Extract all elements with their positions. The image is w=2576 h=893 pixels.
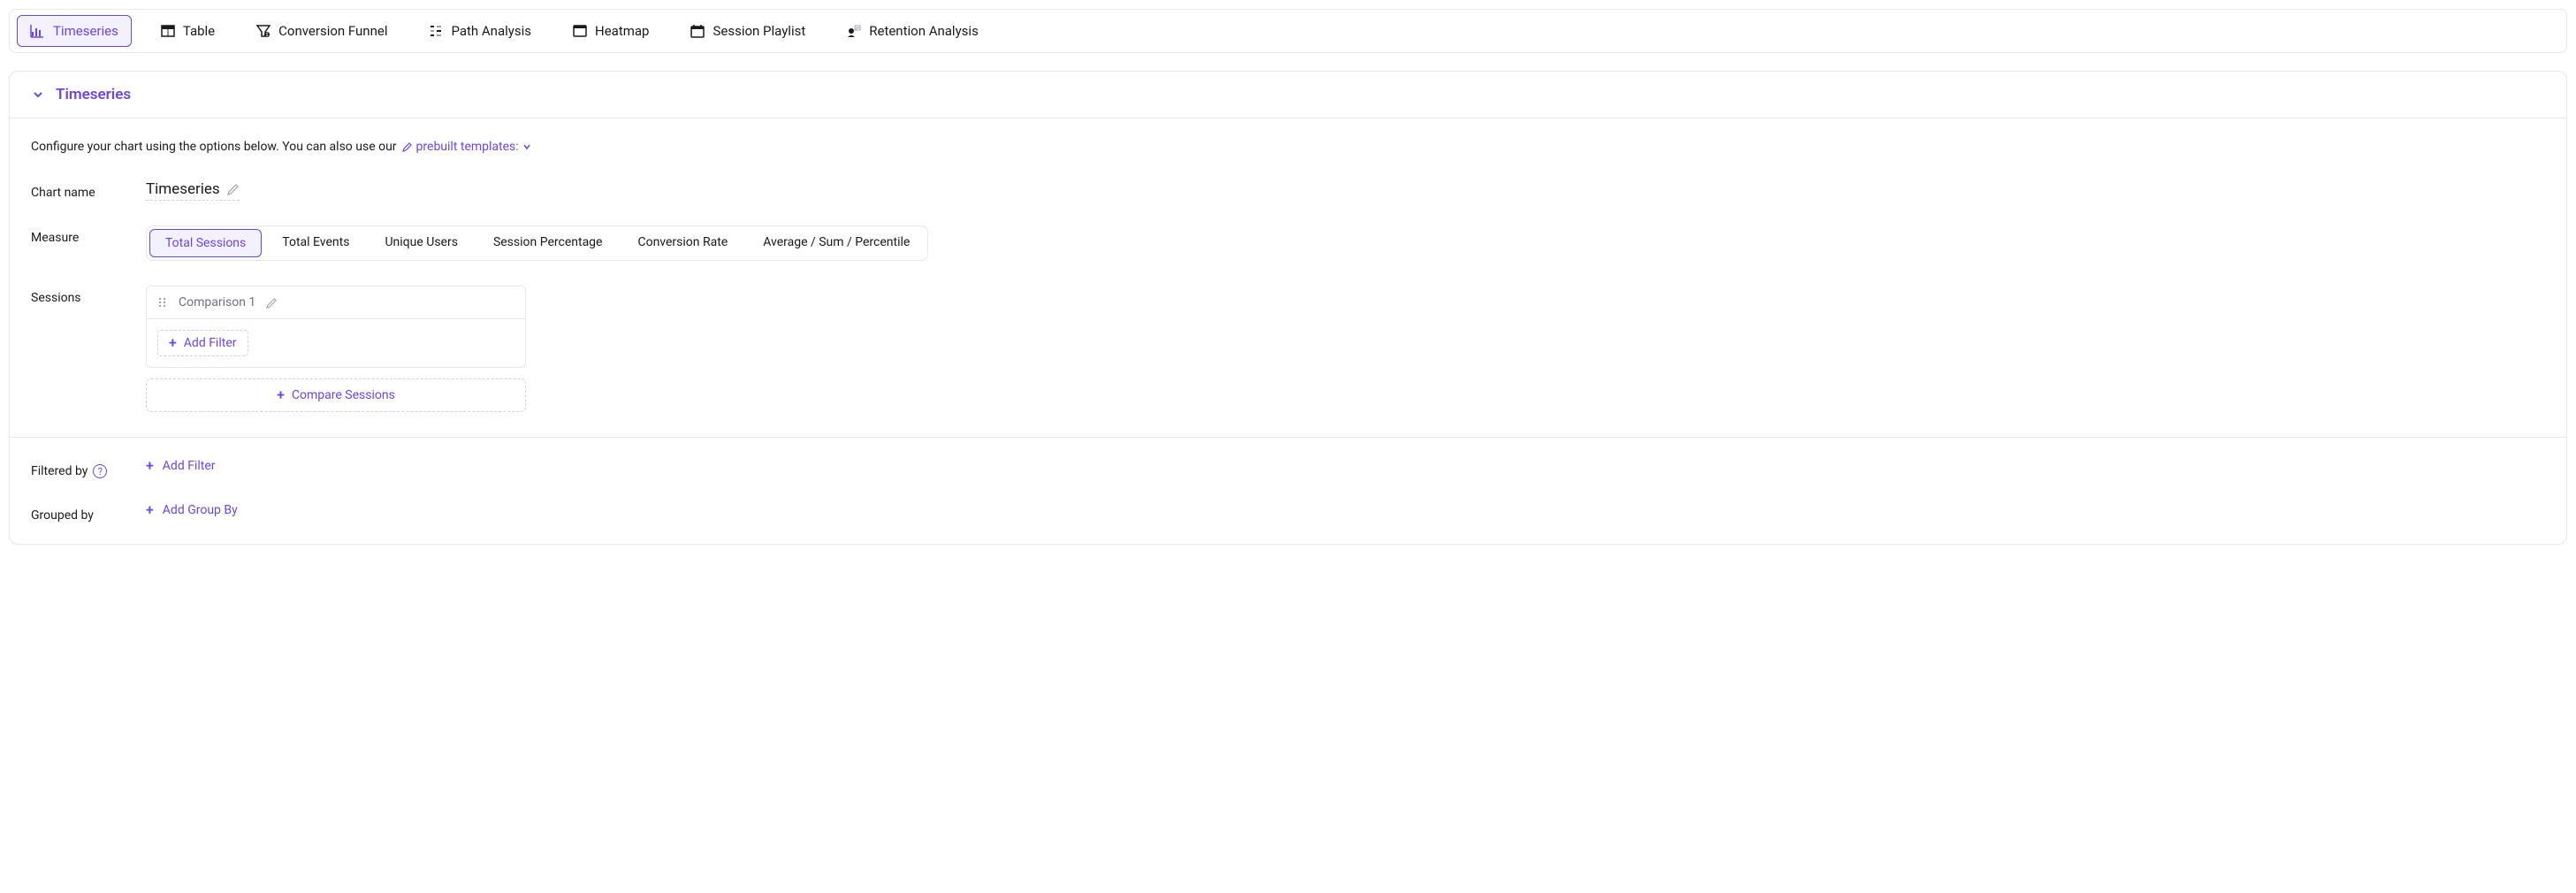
measure-avg-sum-percentile[interactable]: Average / Sum / Percentile xyxy=(745,226,927,260)
timeseries-panel: Timeseries Configure your chart using th… xyxy=(9,71,2567,545)
add-group-by-button[interactable]: + Add Group By xyxy=(146,503,238,517)
pencil-icon[interactable] xyxy=(227,183,240,195)
drag-handle-icon[interactable] xyxy=(157,297,168,308)
measure-unique-users[interactable]: Unique Users xyxy=(367,226,475,260)
add-group-by-label: Add Group By xyxy=(163,503,238,517)
sessions-label: Sessions xyxy=(31,286,146,305)
measure-total-events[interactable]: Total Events xyxy=(264,226,367,260)
chevron-down-icon xyxy=(31,88,45,102)
chart-name-label: Chart name xyxy=(31,180,146,200)
panel-body: Configure your chart using the options b… xyxy=(10,118,2566,523)
tab-path-analysis[interactable]: Path Analysis xyxy=(415,16,544,46)
tab-session-playlist[interactable]: Session Playlist xyxy=(677,16,818,46)
chart-name-field[interactable]: Timeseries xyxy=(146,180,240,201)
add-filter-label: Add Filter xyxy=(184,336,237,350)
tab-retention-analysis[interactable]: Retention Analysis xyxy=(834,16,991,46)
tab-label: Timeseries xyxy=(53,23,118,39)
tab-heatmap[interactable]: Heatmap xyxy=(560,16,661,46)
compare-sessions-button[interactable]: + Compare Sessions xyxy=(146,378,526,412)
compare-sessions-label: Compare Sessions xyxy=(292,388,395,402)
plus-icon: + xyxy=(146,459,154,473)
template-link-text: prebuilt templates: xyxy=(416,140,519,154)
chevron-down-icon xyxy=(522,142,531,151)
measure-session-percentage[interactable]: Session Percentage xyxy=(476,226,621,260)
measure-tabs: Total Sessions Total Events Unique Users… xyxy=(146,225,928,261)
comparison-name: Comparison 1 xyxy=(179,295,255,309)
config-text: Configure your chart using the options b… xyxy=(31,140,397,154)
grouped-by-label: Grouped by xyxy=(31,503,146,523)
help-icon[interactable]: ? xyxy=(93,464,107,478)
add-filter-button[interactable]: + Add Filter xyxy=(146,459,216,473)
measure-conversion-rate[interactable]: Conversion Rate xyxy=(620,226,745,260)
comparison-block: Comparison 1 + Add Filter xyxy=(146,286,526,368)
config-description: Configure your chart using the options b… xyxy=(31,140,2545,154)
filtered-by-label: Filtered by ? xyxy=(31,459,146,478)
pencil-icon xyxy=(402,141,413,152)
panel-title: Timeseries xyxy=(56,86,131,103)
add-filter-button[interactable]: + Add Filter xyxy=(157,330,248,356)
table-icon xyxy=(160,23,176,39)
tab-label: Session Playlist xyxy=(713,23,805,39)
tab-timeseries[interactable]: Timeseries xyxy=(17,15,132,47)
measure-total-sessions[interactable]: Total Sessions xyxy=(149,229,262,257)
add-filter-label: Add Filter xyxy=(163,459,216,473)
plus-icon: + xyxy=(277,388,285,402)
tab-label: Table xyxy=(183,23,215,39)
path-analysis-icon xyxy=(428,23,444,39)
calendar-icon xyxy=(690,23,705,39)
tab-label: Path Analysis xyxy=(451,23,531,39)
svg-text:$: $ xyxy=(266,32,269,38)
comparison-header: Comparison 1 xyxy=(147,286,525,319)
tab-label: Heatmap xyxy=(595,23,649,39)
funnel-icon: $ xyxy=(255,23,271,39)
divider xyxy=(10,437,2566,438)
chart-type-tabs: Timeseries Table $ Conversion Funnel Pat… xyxy=(9,9,2567,53)
tab-conversion-funnel[interactable]: $ Conversion Funnel xyxy=(243,16,400,46)
heatmap-icon xyxy=(572,23,588,39)
tab-label: Conversion Funnel xyxy=(278,23,387,39)
tab-label: Retention Analysis xyxy=(869,23,979,39)
prebuilt-templates-link[interactable]: prebuilt templates: xyxy=(402,140,531,154)
timeseries-icon xyxy=(30,23,46,39)
chart-name-value: Timeseries xyxy=(146,180,220,198)
pencil-icon[interactable] xyxy=(266,297,278,309)
panel-header[interactable]: Timeseries xyxy=(10,72,2566,118)
tab-table[interactable]: Table xyxy=(148,16,227,46)
measure-label: Measure xyxy=(31,225,146,245)
plus-icon: + xyxy=(169,336,177,350)
plus-icon: + xyxy=(146,503,154,517)
retention-icon xyxy=(846,23,862,39)
